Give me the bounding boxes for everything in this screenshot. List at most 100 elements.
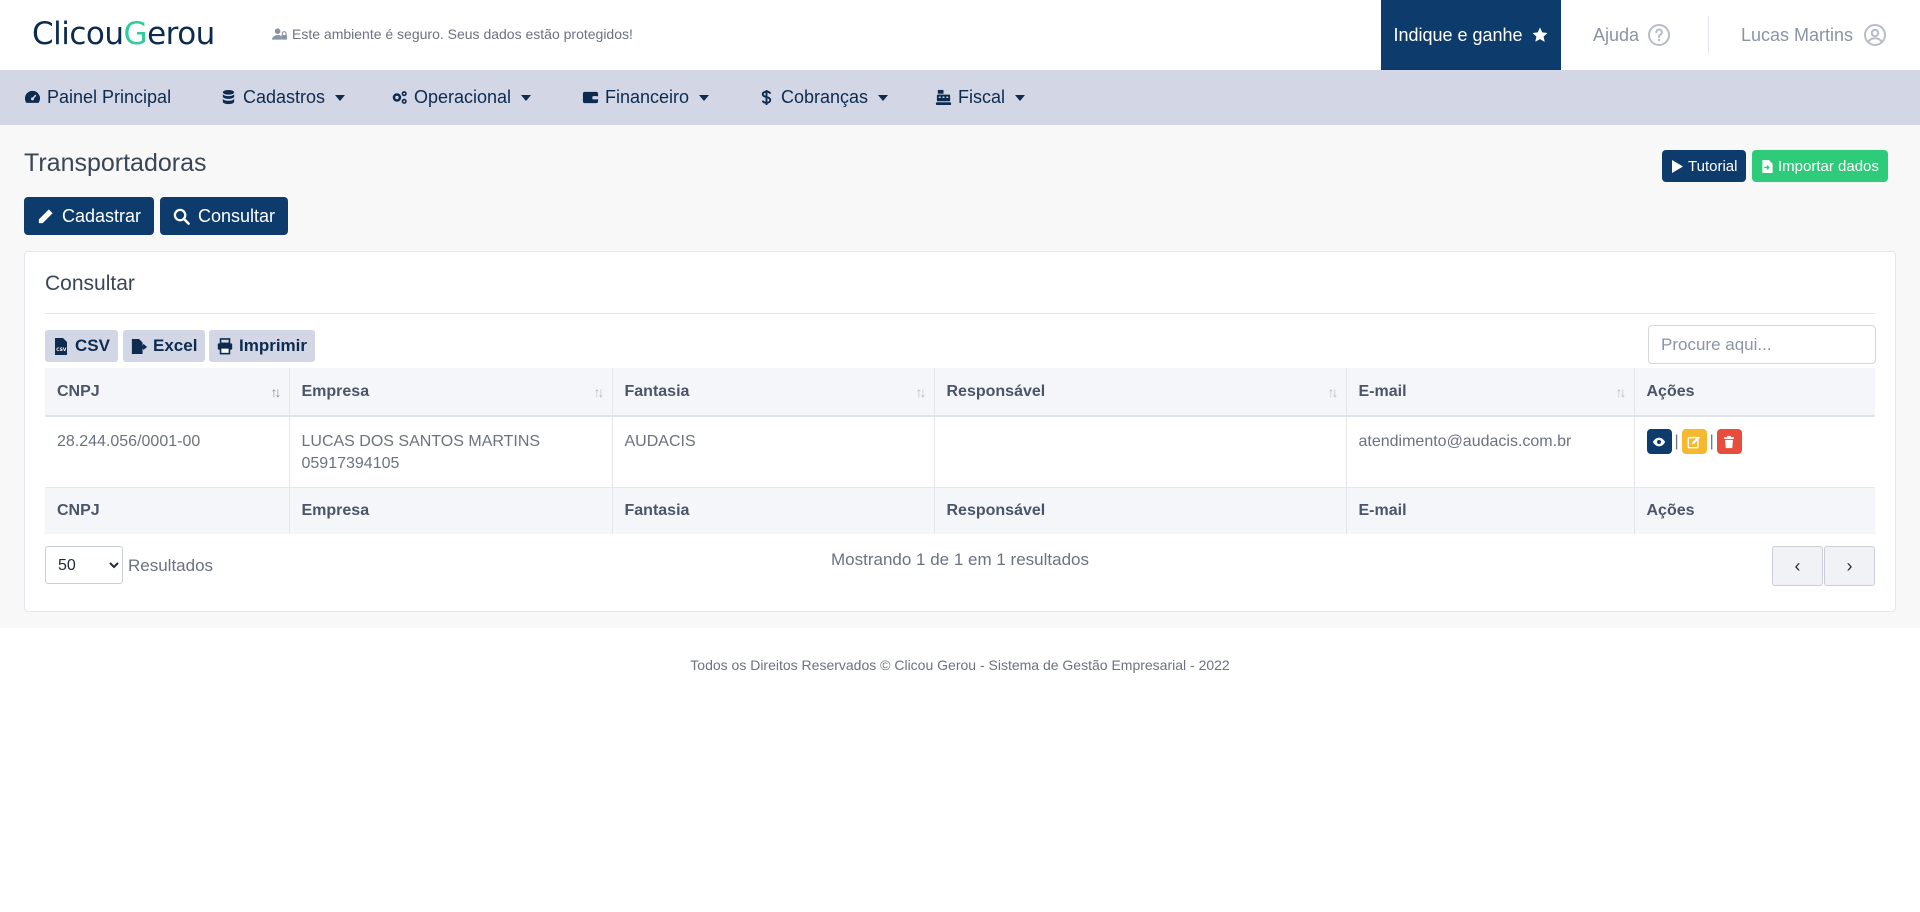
search-icon [173,208,190,225]
column-footer-responsavel: Responsável [934,487,1347,534]
export-excel-button[interactable]: Excel [123,330,206,362]
logo-text-clicou: Clicou [32,16,124,52]
chevron-down-icon [335,94,346,101]
database-icon [222,89,235,105]
cell-actions: | | [1634,416,1875,488]
logo-text-erou: erou [147,16,215,52]
export-csv-label: CSV [75,336,110,355]
print-button[interactable]: Imprimir [209,330,316,362]
previous-page-button[interactable]: ‹ [1772,546,1823,586]
card-title: Consultar [45,272,135,295]
nav-item-cadastros[interactable]: Cadastros [220,70,346,125]
wallet-icon [582,91,599,104]
column-footer-fantasia: Fantasia [612,487,935,534]
nav-item-operacional[interactable]: Operacional [391,70,532,125]
nav-item-label: Financeiro [605,87,690,107]
column-header-responsavel[interactable]: Responsável ↑↓ [934,368,1347,417]
refer-and-earn-label: Indique e ganhe [1393,24,1523,45]
table-header-row: CNPJ ↑↓ Empresa ↑↓ Fantasia ↑↓ Responsável ↑… [45,368,1875,417]
main-content: Transportadoras Tutorial Importar dados … [0,125,1920,628]
column-footer-email: E-mail [1346,487,1635,534]
chevron-down-icon [878,94,889,101]
nav-item-fiscal[interactable]: Fiscal [935,70,1026,125]
nav-item-label: Operacional [414,87,512,107]
cash-register-icon [935,89,952,106]
column-header-empresa[interactable]: Empresa ↑↓ [289,368,613,417]
chevron-down-icon [699,94,710,101]
import-data-button[interactable]: Importar dados [1752,150,1888,182]
gears-icon [392,91,407,104]
column-header-cnpj[interactable]: CNPJ ↑↓ [45,368,290,417]
security-notice: Este ambiente é seguro. Seus dados estão… [272,26,633,42]
file-import-icon [1762,159,1773,173]
user-circle-icon [1864,24,1887,46]
help-label: Ajuda [1593,24,1640,45]
pagination-info: Mostrando 1 de 1 em 1 resultados [831,550,1089,569]
nav-item-label: Cobranças [781,87,869,107]
sort-icon: ↑↓ [593,384,605,400]
cell-empresa-document: 05917394105 [301,455,400,472]
card-divider [45,313,1875,314]
chevron-down-icon [1015,94,1026,101]
tutorial-label: Tutorial [1688,157,1738,175]
star-icon [1532,27,1548,42]
register-label: Cadastrar [62,205,142,226]
sort-icon: ↑↓ [1327,384,1339,400]
import-data-label: Importar dados [1778,157,1879,175]
chevron-left-icon: ‹ [1794,555,1801,576]
top-header: ClicouGerou Este ambiente é seguro. Seus… [0,0,1920,70]
chevron-right-icon: › [1846,555,1853,576]
eye-icon [1652,437,1666,446]
cell-empresa: LUCAS DOS SANTOS MARTINS 05917394105 [289,416,613,488]
main-navbar: Painel Principal Cadastros Operacional F… [0,70,1920,125]
nav-item-painel-principal[interactable]: Painel Principal [24,70,171,125]
svg-text:CSV: CSV [56,347,67,353]
column-header-label: E-mail [1358,382,1407,400]
carriers-table: CNPJ ↑↓ Empresa ↑↓ Fantasia ↑↓ Responsável ↑… [45,368,1875,534]
user-menu[interactable]: Lucas Martins [1741,0,1887,70]
cell-cnpj: 28.244.056/0001-00 [45,416,290,488]
security-notice-text: Este ambiente é seguro. Seus dados estão… [292,26,633,42]
register-button[interactable]: Cadastrar [24,197,155,235]
sort-icon: ↑↓ [270,384,282,400]
query-label: Consultar [198,205,276,226]
header-divider [1708,16,1709,54]
footer-copyright: Todos os Direitos Reservados © Clicou Ge… [690,657,1230,673]
action-separator: | [1674,432,1679,450]
nav-item-financeiro[interactable]: Financeiro [582,70,710,125]
play-icon [1672,159,1683,173]
next-page-button[interactable]: › [1824,546,1875,586]
column-footer-cnpj: CNPJ [45,487,290,534]
page-title: Transportadoras [24,149,207,177]
query-button[interactable]: Consultar [160,197,289,235]
export-csv-button[interactable]: CSV CSV [45,330,118,362]
user-name: Lucas Martins [1741,24,1854,45]
help-link[interactable]: Ajuda [1593,0,1671,70]
nav-item-label: Cadastros [243,87,326,107]
cell-empresa-name: LUCAS DOS SANTOS MARTINS [301,433,541,450]
view-button[interactable] [1646,429,1672,454]
nav-item-cobrancas[interactable]: Cobranças [758,70,889,125]
nav-item-label: Painel Principal [47,87,172,107]
export-excel-label: Excel [153,336,198,355]
edit-button[interactable] [1681,429,1707,454]
search-input[interactable] [1648,325,1876,364]
nav-item-label: Fiscal [958,87,1006,107]
tutorial-button[interactable]: Tutorial [1662,150,1747,182]
sort-icon: ↑↓ [915,384,927,400]
column-footer-empresa: Empresa [289,487,613,534]
column-header-label: Responsável [946,382,1046,400]
logo-text-g: G [123,16,148,52]
refer-and-earn-button[interactable]: Indique e ganhe [1381,0,1561,70]
table-footer-row: CNPJ Empresa Fantasia Responsável E-mail… [45,487,1875,534]
column-header-email[interactable]: E-mail ↑↓ [1346,368,1635,417]
print-label: Imprimir [239,336,308,355]
column-header-label: CNPJ [57,382,100,400]
delete-button[interactable] [1716,429,1742,454]
printer-icon [217,337,233,354]
column-header-label: Ações [1646,382,1695,400]
cell-fantasia: AUDACIS [612,416,935,488]
column-header-fantasia[interactable]: Fantasia ↑↓ [612,368,935,417]
file-csv-icon: CSV [55,337,67,355]
logo[interactable]: ClicouGerou [32,16,215,52]
